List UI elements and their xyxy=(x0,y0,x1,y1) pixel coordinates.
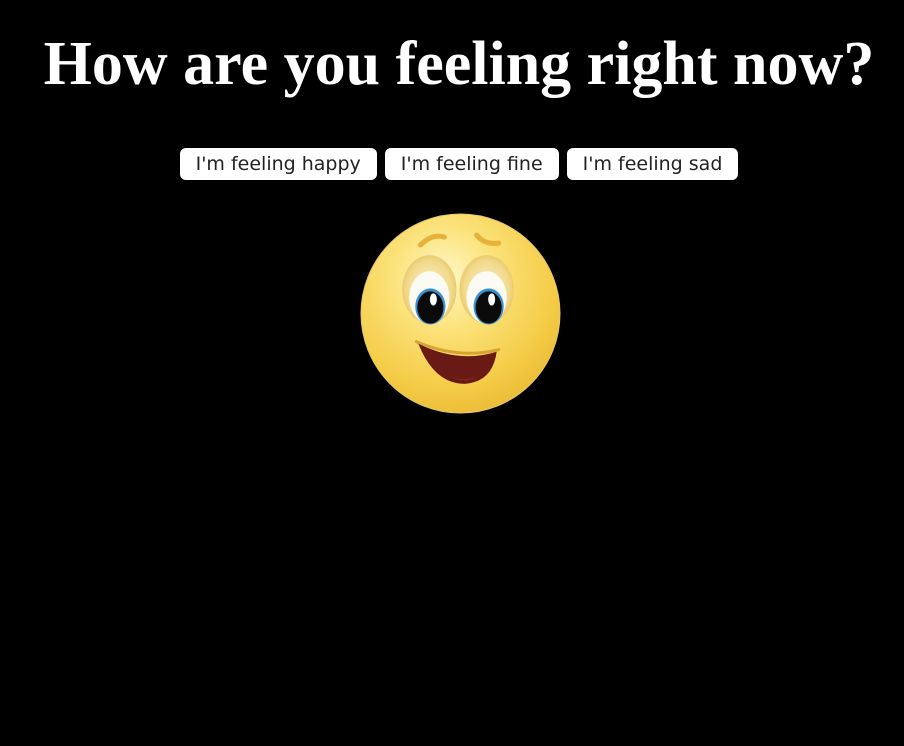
mood-button-group: I'm feeling happy I'm feeling fine I'm f… xyxy=(0,148,904,180)
feeling-happy-button[interactable]: I'm feeling happy xyxy=(179,148,377,180)
feeling-fine-button[interactable]: I'm feeling fine xyxy=(384,148,559,180)
mood-image xyxy=(360,213,561,414)
page-title: How are you feeling right now? xyxy=(43,30,875,98)
feeling-sad-button[interactable]: I'm feeling sad xyxy=(566,148,739,180)
happy-face-emoji-icon xyxy=(360,213,561,414)
